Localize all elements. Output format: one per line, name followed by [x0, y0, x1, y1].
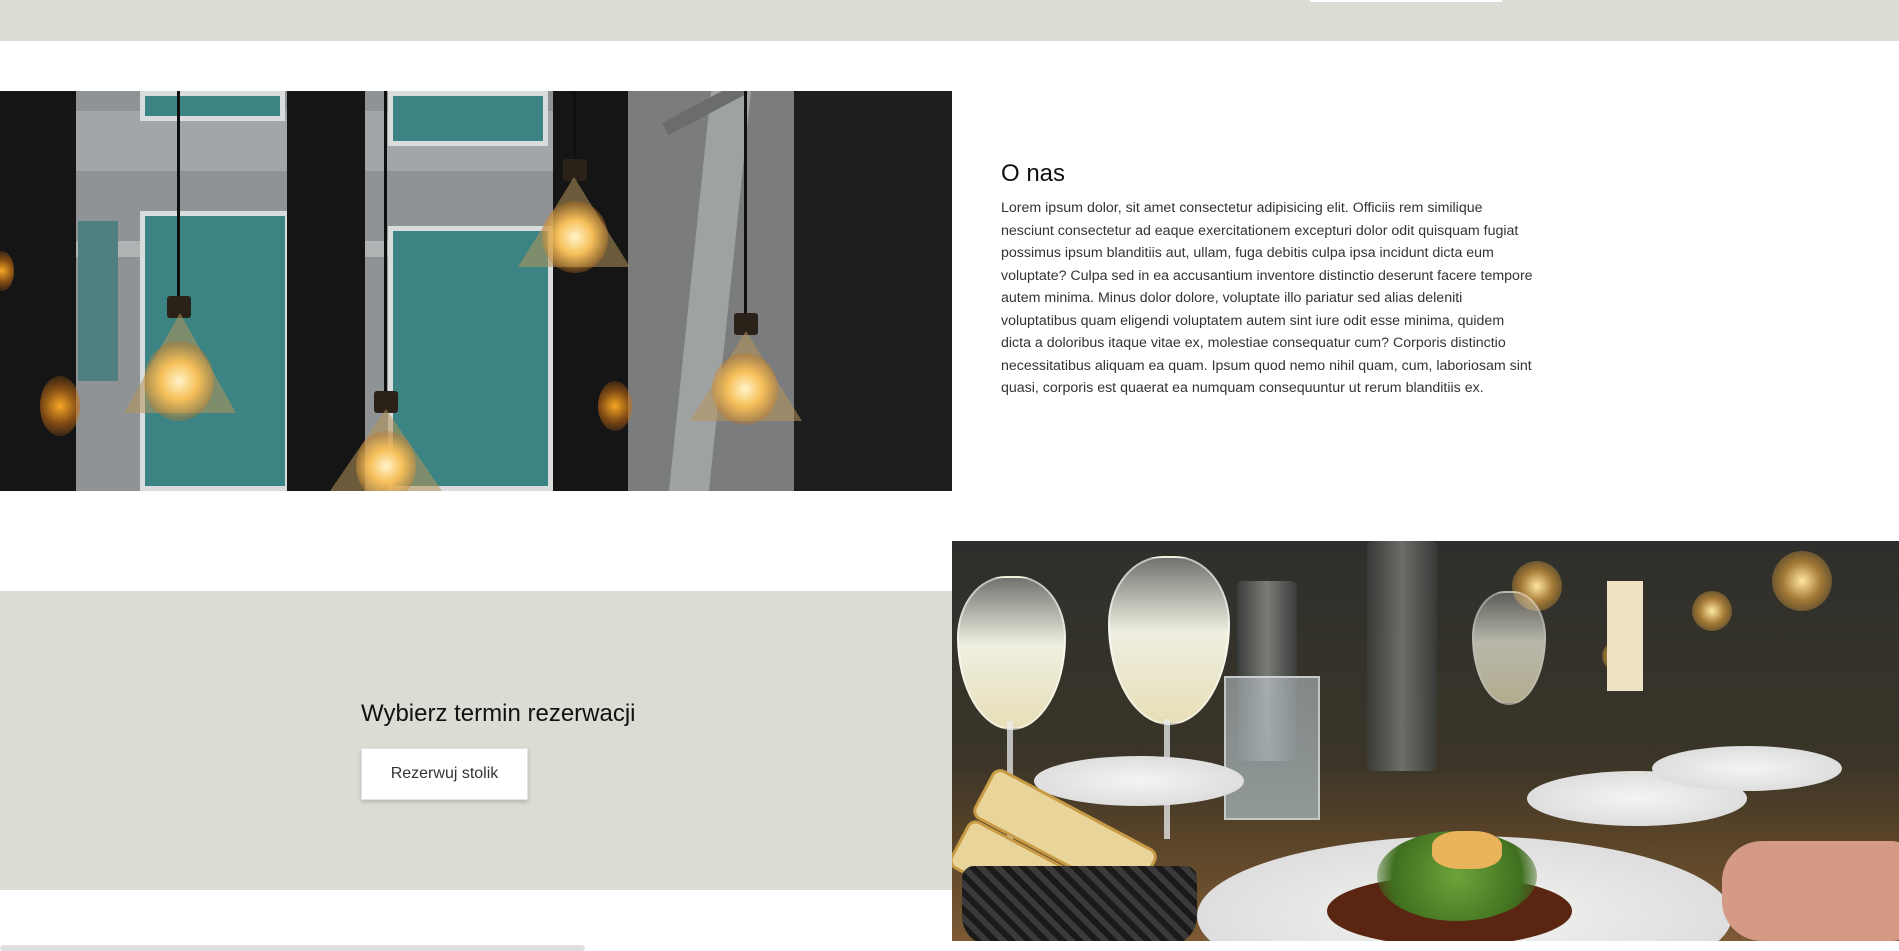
dinner-plate	[1034, 756, 1244, 806]
building-window	[140, 91, 285, 121]
window-post	[796, 91, 952, 491]
light-reflection	[598, 381, 632, 431]
lamp-bulb-glow	[542, 201, 608, 273]
horizontal-scrollbar[interactable]	[0, 945, 585, 951]
water-glass	[1224, 676, 1320, 820]
lamp-wire	[744, 91, 747, 316]
lamp-wire	[177, 91, 180, 301]
top-band	[0, 0, 1899, 41]
guest-hand	[1722, 841, 1899, 941]
bread-basket	[962, 866, 1197, 941]
about-title: O nas	[1001, 160, 1066, 187]
lamp-wire	[384, 91, 387, 396]
about-text: Lorem ipsum dolor, sit amet consectetur …	[1001, 200, 1533, 396]
candle	[1607, 581, 1643, 691]
candle-light-bokeh	[1772, 551, 1832, 611]
wine-glass	[1472, 591, 1546, 705]
reservation-band	[0, 591, 952, 890]
candle-light-bokeh	[1692, 591, 1732, 631]
window-post	[553, 91, 628, 491]
pendant-lamps-image	[0, 91, 952, 491]
reservation-title: Wybierz termin rezerwacji	[361, 700, 636, 727]
fish-fillet	[1432, 831, 1502, 869]
wine-glass	[957, 576, 1066, 730]
dinner-plate	[1652, 746, 1842, 791]
reserve-table-button[interactable]: Rezerwuj stolik	[361, 748, 528, 800]
bottle	[1367, 541, 1437, 771]
light-reflection	[40, 376, 80, 436]
dining-table-image	[952, 541, 1899, 941]
building-window	[388, 91, 548, 146]
wine-glass	[1108, 556, 1230, 725]
lamp-bulb-glow	[144, 341, 214, 421]
lamp-wire	[573, 91, 576, 161]
building-window	[78, 221, 118, 381]
lamp-bulb-glow	[712, 353, 778, 425]
top-tab-edge	[1310, 0, 1502, 2]
